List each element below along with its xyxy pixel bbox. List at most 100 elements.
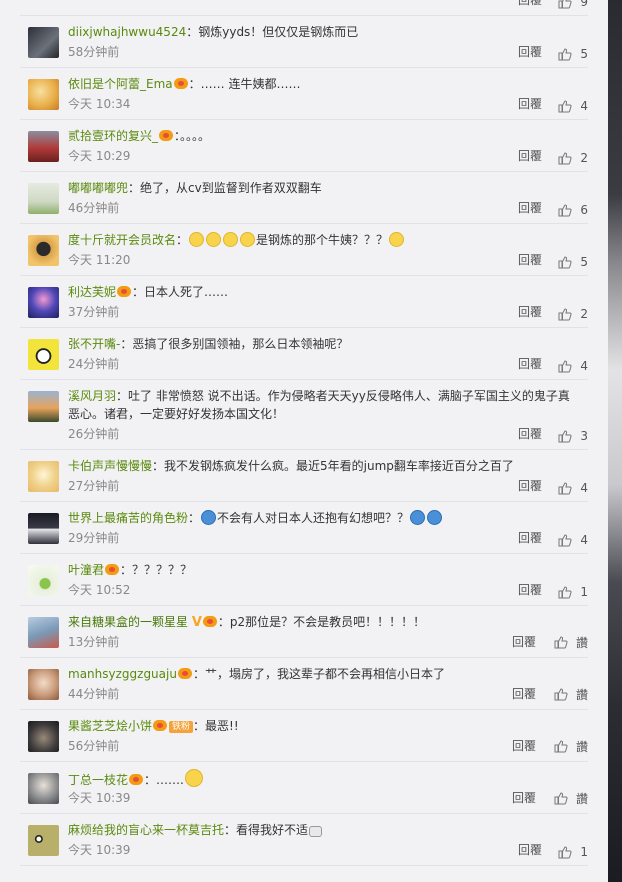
- avatar[interactable]: [28, 131, 59, 162]
- reply-button[interactable]: 回覆: [518, 355, 542, 372]
- like-button[interactable]: 4: [558, 99, 588, 113]
- username-link[interactable]: diixjwhajhwwu4524: [68, 25, 186, 39]
- thumbs-up-icon: [554, 740, 568, 753]
- comment-item: manhsyzggzguaju ：艹，塌房了，我这辈子都不会再相信小日本了 44分…: [20, 658, 588, 710]
- reply-button[interactable]: 回覆: [518, 43, 542, 60]
- reply-button[interactable]: 回覆: [512, 633, 536, 650]
- username-link[interactable]: 麻烦给我的盲心来一杯莫吉托: [68, 823, 224, 837]
- background-photo-strip: [608, 0, 622, 882]
- like-button[interactable]: 讚: [554, 686, 588, 703]
- like-count: 4: [580, 533, 588, 547]
- avatar[interactable]: [28, 79, 59, 110]
- avatar[interactable]: [28, 513, 59, 544]
- like-button[interactable]: 1: [558, 585, 588, 599]
- like-button[interactable]: 讚: [554, 790, 588, 807]
- avatar[interactable]: [28, 391, 59, 422]
- reply-button[interactable]: 回覆: [518, 0, 542, 8]
- username-link[interactable]: 卡伯声声慢慢慢: [68, 459, 152, 473]
- avatar[interactable]: [28, 27, 59, 58]
- comment-item: diixjwhajhwwu4524：钢炼yyds！但仅仅是钢炼而已 58分钟前 …: [20, 16, 588, 68]
- thumbs-up-icon: [554, 636, 568, 649]
- comment-text: …… 连牛姨都……: [200, 77, 301, 91]
- like-button[interactable]: 9: [558, 0, 588, 9]
- avatar[interactable]: [28, 565, 59, 596]
- username-link[interactable]: 丁总一枝花: [68, 773, 128, 787]
- username-link[interactable]: manhsyzggzguaju: [68, 667, 177, 681]
- like-button[interactable]: 5: [558, 255, 588, 269]
- thumbs-up-icon: [554, 688, 568, 701]
- username-link[interactable]: 嘟嘟嘟嘟兜: [68, 181, 128, 195]
- avatar[interactable]: [28, 721, 59, 752]
- avatar[interactable]: [28, 461, 59, 492]
- comment-text: 日本人死了……: [144, 285, 229, 299]
- username-link[interactable]: 溪风月羽: [68, 389, 116, 403]
- avatar[interactable]: [28, 669, 59, 700]
- like-count: 讚: [575, 688, 588, 702]
- reply-button[interactable]: 回覆: [518, 529, 542, 546]
- reply-button[interactable]: 回覆: [518, 251, 542, 268]
- reply-button[interactable]: 回覆: [518, 581, 542, 598]
- like-button[interactable]: 1: [558, 845, 588, 859]
- smile-emoji-icon: [189, 232, 205, 247]
- like-button[interactable]: 3: [558, 429, 588, 443]
- comment-text: 不会有人对日本人还抱有幻想吧？？: [217, 511, 410, 525]
- like-count: 讚: [575, 740, 588, 754]
- username-link[interactable]: 依旧是个阿蕾_Ema: [68, 77, 173, 91]
- comment-time: 今天 10:39: [68, 843, 131, 857]
- thumbs-up-icon: [554, 792, 568, 805]
- username-link[interactable]: 利达芙妮: [68, 285, 116, 299]
- username-link[interactable]: 果酱芝芝烩小饼: [68, 719, 152, 733]
- like-button[interactable]: 4: [558, 533, 588, 547]
- comment-text: 是钢炼的那个牛姨？？？: [256, 233, 389, 247]
- avatar[interactable]: [28, 287, 59, 318]
- like-count: 2: [580, 307, 588, 321]
- avatar[interactable]: [28, 339, 59, 370]
- avatar[interactable]: [28, 617, 59, 648]
- like-button[interactable]: 2: [558, 151, 588, 165]
- doraemon-emoji-icon: [427, 510, 443, 525]
- thumbs-up-icon: [558, 151, 572, 164]
- reply-button[interactable]: 回覆: [518, 95, 542, 112]
- comment-item: 卡伯声声慢慢慢：我不发钢炼疯发什么疯。最近5年看的jump翻车率接近百分之百了 …: [20, 450, 588, 502]
- avatar[interactable]: [28, 773, 59, 804]
- like-count: 1: [580, 585, 588, 599]
- doraemon-emoji-icon: [410, 510, 426, 525]
- like-button[interactable]: 4: [558, 359, 588, 373]
- comment-item: 张不开嘴-：恶搞了很多别国领袖，那么日本领袖呢？ 24分钟前 回覆 4: [20, 328, 588, 380]
- like-button[interactable]: 6: [558, 203, 588, 217]
- doraemon-emoji-icon: [201, 510, 217, 525]
- sad-emoji-icon: [309, 826, 323, 837]
- username-link[interactable]: 来自糖果盒的一颗星星: [68, 615, 188, 629]
- username-link[interactable]: 贰拾壹环的复兴_: [68, 129, 158, 143]
- reply-button[interactable]: 回覆: [518, 841, 542, 858]
- like-button[interactable]: 讚: [554, 738, 588, 755]
- comment-item: 依旧是个阿蕾_Ema：…… 连牛姨都…… 今天 10:34 回覆 4: [20, 68, 588, 120]
- reply-button[interactable]: 回覆: [518, 477, 542, 494]
- like-button[interactable]: 讚: [554, 634, 588, 651]
- avatar[interactable]: [28, 235, 59, 266]
- smile-emoji-icon: [389, 232, 405, 247]
- reply-button[interactable]: 回覆: [512, 789, 536, 806]
- like-count: 3: [580, 429, 588, 443]
- comment-time: 今天 10:34: [68, 97, 131, 111]
- reply-button[interactable]: 回覆: [512, 737, 536, 754]
- avatar[interactable]: [28, 183, 59, 214]
- thumbs-up-icon: [558, 255, 572, 268]
- smile-emoji-icon: [223, 232, 239, 247]
- username-link[interactable]: 度十斤就开会员改名: [68, 233, 176, 247]
- fan-badge-icon: [105, 564, 120, 575]
- like-button[interactable]: 2: [558, 307, 588, 321]
- reply-button[interactable]: 回覆: [518, 303, 542, 320]
- username-link[interactable]: 叶潼君: [68, 563, 104, 577]
- username-link[interactable]: 张不开嘴-: [68, 337, 120, 351]
- reply-button[interactable]: 回覆: [518, 199, 542, 216]
- reply-button[interactable]: 回覆: [518, 147, 542, 164]
- avatar[interactable]: [28, 825, 59, 856]
- username-link[interactable]: 世界上最痛苦的角色粉: [68, 511, 188, 525]
- like-button[interactable]: 4: [558, 481, 588, 495]
- like-button[interactable]: 5: [558, 47, 588, 61]
- reply-button[interactable]: 回覆: [518, 425, 542, 442]
- fan-badge-icon: [159, 130, 174, 141]
- comment-text: ？？？？？: [132, 563, 193, 577]
- reply-button[interactable]: 回覆: [512, 685, 536, 702]
